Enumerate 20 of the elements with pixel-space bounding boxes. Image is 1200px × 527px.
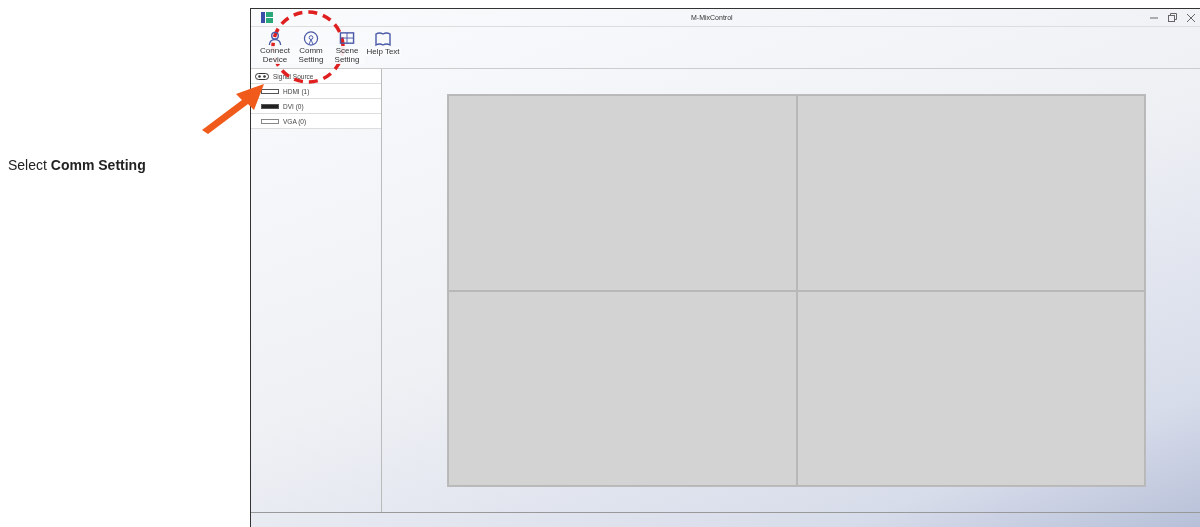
screen-cell[interactable] <box>796 290 1145 486</box>
screen-cell[interactable] <box>448 290 797 486</box>
port-icon <box>261 118 279 124</box>
port-icon <box>261 103 279 109</box>
toolbar-button[interactable]: Comm Setting <box>293 29 329 66</box>
instruction-text: Select Comm Setting <box>8 157 146 173</box>
close-icon[interactable] <box>1187 13 1195 22</box>
toolbar-button[interactable]: Help Text <box>365 29 401 66</box>
grid-icon <box>339 31 355 46</box>
toolbar-button[interactable]: Scene Setting <box>329 29 365 66</box>
antenna-icon <box>303 31 319 46</box>
connector-icon <box>255 72 269 80</box>
person-icon <box>267 31 283 46</box>
app-logo-icon <box>261 12 273 23</box>
screen-cell[interactable] <box>796 95 1145 291</box>
port-icon <box>261 88 279 94</box>
screen-cell[interactable] <box>448 95 797 291</box>
book-icon <box>375 31 391 47</box>
restore-icon[interactable] <box>1168 13 1177 22</box>
toolbar-button[interactable]: Connect Device <box>257 29 293 66</box>
